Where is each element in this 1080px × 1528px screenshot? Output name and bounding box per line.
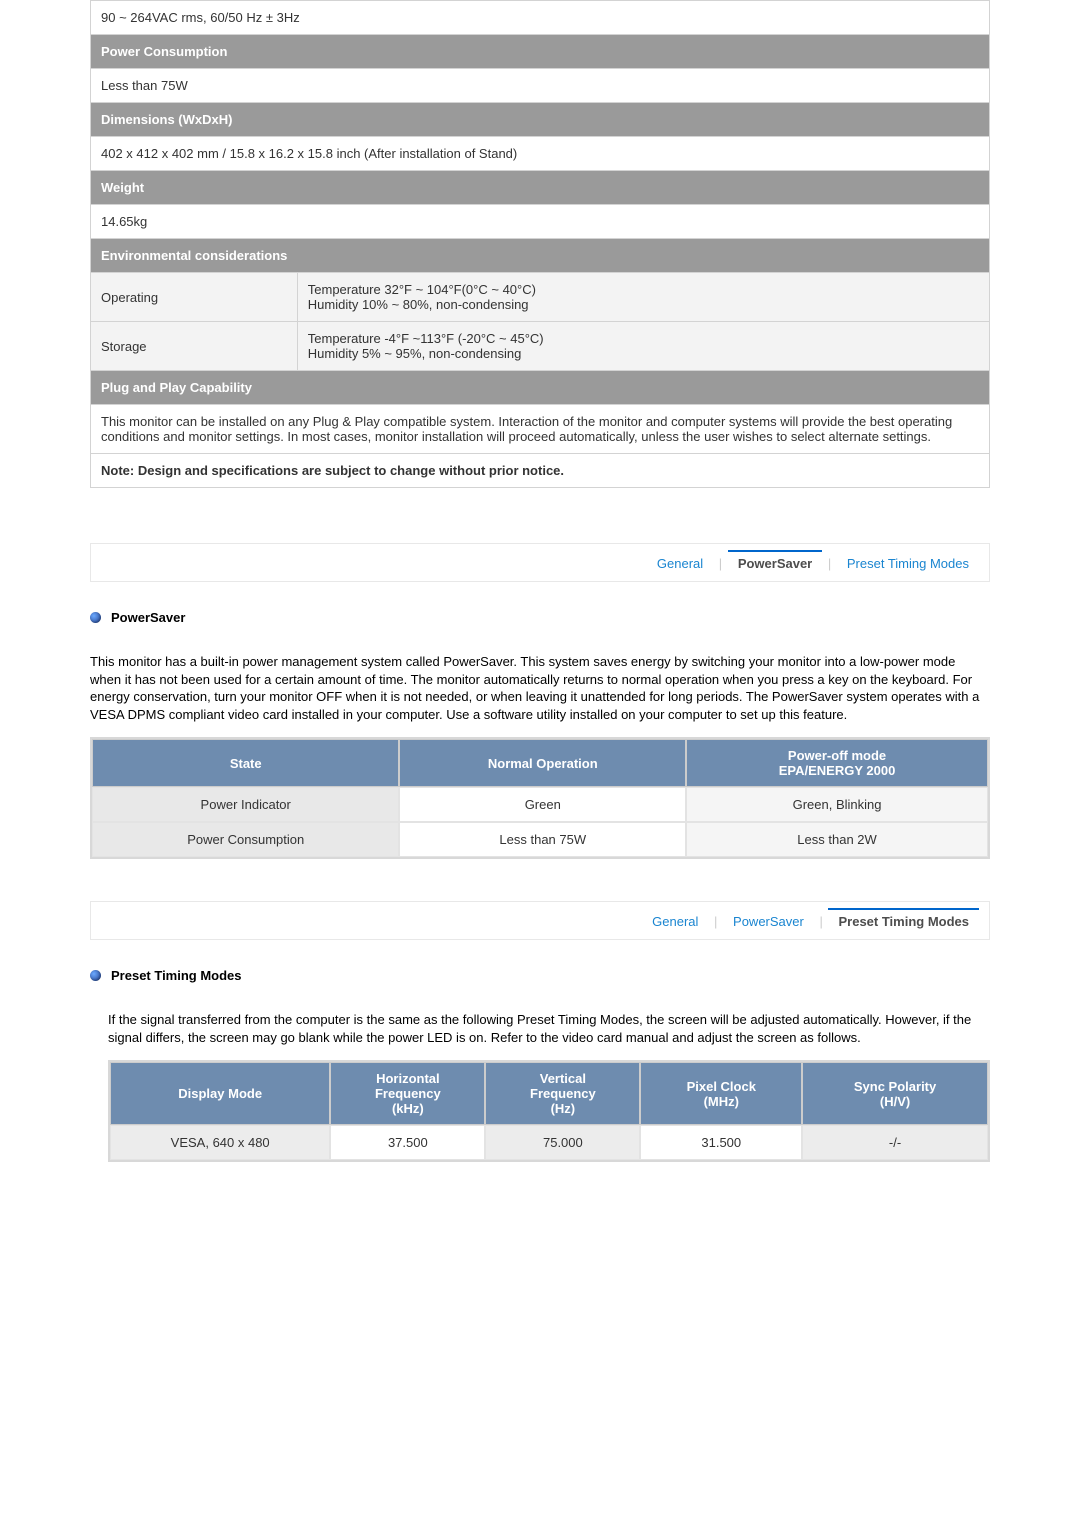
- storage-value: Temperature -4°F ~113°F (-20°C ~ 45°C) H…: [297, 322, 989, 371]
- power-indicator-normal: Green: [399, 787, 686, 822]
- weight-value: 14.65kg: [91, 205, 990, 239]
- voltage-cell: 90 ~ 264VAC rms, 60/50 Hz ± 3Hz: [91, 1, 990, 35]
- vfreq-header: Vertical Frequency (Hz): [485, 1062, 640, 1125]
- pnp-header: Plug and Play Capability: [91, 371, 990, 405]
- sync-polarity-header: Sync Polarity (H/V): [802, 1062, 988, 1125]
- power-consumption-header: Power Consumption: [91, 35, 990, 69]
- bullet-icon: [90, 612, 101, 623]
- power-indicator-label: Power Indicator: [92, 787, 399, 822]
- powersaver-title-row: PowerSaver: [90, 610, 990, 625]
- operating-label: Operating: [91, 273, 298, 322]
- tab-divider: |: [828, 556, 831, 571]
- storage-label: Storage: [91, 322, 298, 371]
- tab-powersaver[interactable]: PowerSaver: [728, 550, 822, 575]
- hfreq-header: Horizontal Frequency (kHz): [330, 1062, 485, 1125]
- tab-divider: |: [819, 914, 822, 929]
- tab-general[interactable]: General: [647, 550, 713, 575]
- dimensions-header: Dimensions (WxDxH): [91, 103, 990, 137]
- operating-value: Temperature 32°F ~ 104°F(0°C ~ 40°C) Hum…: [297, 273, 989, 322]
- tab-preset[interactable]: Preset Timing Modes: [828, 908, 979, 933]
- environmental-header: Environmental considerations: [91, 239, 990, 273]
- specifications-table: 90 ~ 264VAC rms, 60/50 Hz ± 3Hz Power Co…: [90, 0, 990, 488]
- timing-row-pixel: 31.500: [640, 1125, 802, 1160]
- weight-header: Weight: [91, 171, 990, 205]
- poweroff-col-header: Power-off mode EPA/ENERGY 2000: [686, 739, 988, 787]
- design-note: Note: Design and specifications are subj…: [91, 454, 990, 488]
- powersaver-title: PowerSaver: [111, 610, 185, 625]
- display-mode-header: Display Mode: [110, 1062, 330, 1125]
- power-consumption-off: Less than 2W: [686, 822, 988, 857]
- tab-nav-preset: General | PowerSaver | Preset Timing Mod…: [90, 901, 990, 940]
- pixel-clock-header: Pixel Clock (MHz): [640, 1062, 802, 1125]
- tab-powersaver[interactable]: PowerSaver: [723, 908, 814, 933]
- tab-divider: |: [719, 556, 722, 571]
- powersaver-desc: This monitor has a built-in power manage…: [90, 653, 990, 723]
- timing-table: Display Mode Horizontal Frequency (kHz) …: [108, 1060, 990, 1162]
- preset-desc: If the signal transferred from the compu…: [108, 1011, 990, 1046]
- preset-title: Preset Timing Modes: [111, 968, 242, 983]
- bullet-icon: [90, 970, 101, 981]
- power-indicator-off: Green, Blinking: [686, 787, 988, 822]
- timing-row-sync: -/-: [802, 1125, 988, 1160]
- tab-general[interactable]: General: [642, 908, 708, 933]
- pnp-text: This monitor can be installed on any Plu…: [91, 405, 990, 454]
- timing-row-vfreq: 75.000: [485, 1125, 640, 1160]
- power-consumption-label: Power Consumption: [92, 822, 399, 857]
- tab-preset[interactable]: Preset Timing Modes: [837, 550, 979, 575]
- state-col-header: State: [92, 739, 399, 787]
- dimensions-value: 402 x 412 x 402 mm / 15.8 x 16.2 x 15.8 …: [91, 137, 990, 171]
- preset-title-row: Preset Timing Modes: [90, 968, 990, 983]
- normal-col-header: Normal Operation: [399, 739, 686, 787]
- tab-nav-powersaver: General | PowerSaver | Preset Timing Mod…: [90, 543, 990, 582]
- timing-row-mode: VESA, 640 x 480: [110, 1125, 330, 1160]
- power-consumption-value: Less than 75W: [91, 69, 990, 103]
- timing-row-hfreq: 37.500: [330, 1125, 485, 1160]
- powersaver-table: State Normal Operation Power-off mode EP…: [90, 737, 990, 859]
- tab-divider: |: [714, 914, 717, 929]
- power-consumption-normal: Less than 75W: [399, 822, 686, 857]
